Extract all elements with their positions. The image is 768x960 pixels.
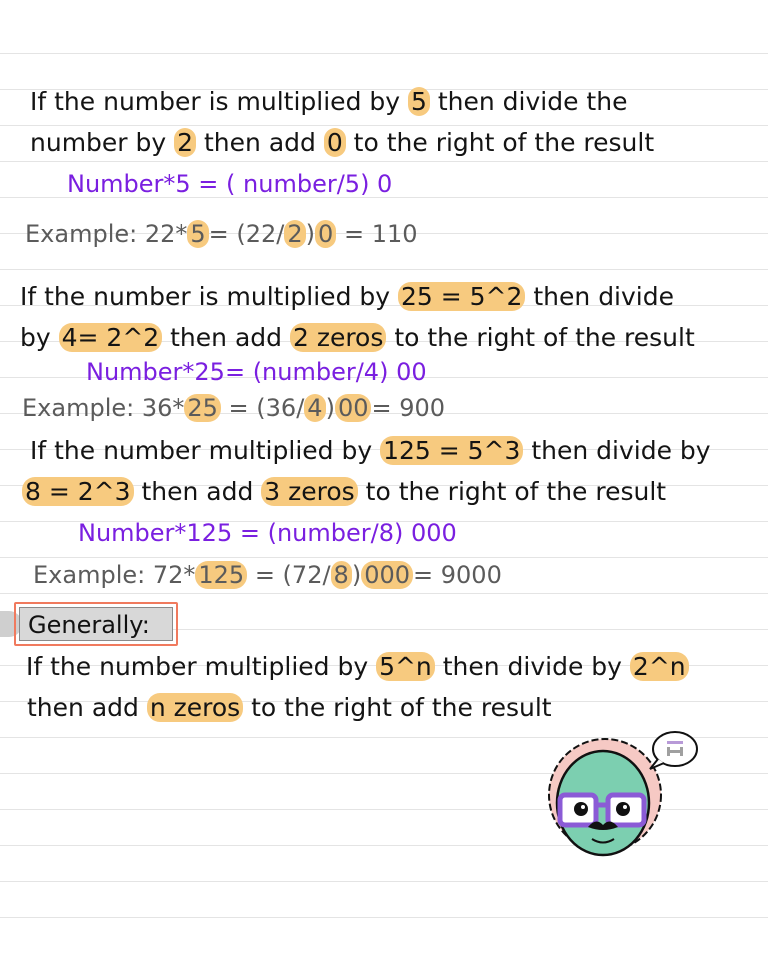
text-span: then divide by [523, 436, 711, 465]
rule1-example: Example: 22* 5 = (22/2) 0 = 110 [25, 218, 418, 250]
text-span: = (22/ [208, 220, 285, 248]
rule1-text-line2: number by 2 then add 0 to the right of t… [30, 127, 654, 159]
rule3-text-line1: If the number multiplied by 125 = 5^3 th… [30, 435, 711, 467]
text-span: Example: 72* [33, 561, 196, 589]
text-span: If the number multiplied by [30, 436, 381, 465]
text-span: = (36/ [220, 394, 305, 422]
text-span: then add [27, 693, 147, 722]
highlight-125: 125 [195, 561, 248, 589]
generally-heading: Generally: [19, 607, 173, 641]
text-span: then add [133, 477, 262, 506]
highlight-5-power-n: 5^n [376, 652, 435, 681]
rule1-formula: Number*5 = ( number/5) 0 [67, 170, 393, 198]
text-span: to the right of the result [345, 128, 655, 157]
highlight-n-zeros: n zeros [146, 693, 244, 722]
highlight-eight: 8 = 2^3 [22, 477, 134, 506]
highlight-two-zeros: 2 zeros [289, 323, 387, 352]
rule1-text-line1: If the number is multiplied by 5 then di… [30, 86, 627, 118]
highlight-25: 25 [184, 394, 221, 422]
text-span: by [20, 323, 59, 352]
rule2-text-line1: If the number is multiplied by 25 = 5^2 … [20, 281, 674, 313]
text-span: If the number is multiplied by [30, 87, 408, 116]
rule3-formula: Number*125 = (number/8) 000 [78, 519, 457, 547]
text-span: then add [162, 323, 290, 352]
rule2-example: Example: 36* 25 = (36/4) 00 = 900 [22, 392, 445, 424]
highlight-triple-zero: 000 [361, 561, 414, 589]
text-span: = 9000 [413, 561, 502, 589]
highlight-two: 2 [284, 220, 306, 248]
text-span: Example: 22* [25, 220, 188, 248]
text-span: to the right of the result [357, 477, 667, 506]
rule3-example: Example: 72* 125 = (72/8) 000 = 9000 [33, 559, 502, 591]
highlight-four: 4= 2^2 [58, 323, 163, 352]
speech-bubble-icon [649, 731, 698, 770]
highlight-eight: 8 [330, 561, 352, 589]
text-span: then divide by [434, 652, 630, 681]
text-span: to the right of the result [386, 323, 695, 352]
rule2-formula: Number*25= (number/4) 00 [86, 358, 427, 386]
highlight-zero: 0 [315, 220, 337, 248]
highlight-three-zeros: 3 zeros [261, 477, 358, 506]
text-span: = 900 [371, 394, 446, 422]
text-span: = 110 [336, 220, 418, 248]
highlight-two: 2 [174, 128, 197, 157]
text-span: If the number multiplied by [26, 652, 377, 681]
highlight-125: 125 = 5^3 [380, 436, 524, 465]
text-span: = (72/ [247, 561, 331, 589]
text-span: Example: 36* [22, 394, 185, 422]
generally-heading-frame: Generally: [14, 602, 178, 646]
text-span: then divide [525, 282, 674, 311]
highlight-four: 4 [304, 394, 326, 422]
text-span: then divide the [429, 87, 628, 116]
highlight-25: 25 = 5^2 [398, 282, 526, 311]
text-span: then add [196, 128, 324, 157]
text-span: number by [30, 128, 175, 157]
text-span: ) [305, 220, 316, 248]
highlight-five: 5 [187, 220, 209, 248]
text-span: ) [325, 394, 335, 422]
highlight-five: 5 [408, 87, 430, 116]
highlight-double-zero: 00 [334, 394, 372, 422]
rule3-text-line2: 8 = 2^3 then add 3 zeros to the right of… [22, 476, 666, 508]
professor-avatar-icon [548, 731, 698, 857]
general-text-line2: then add n zeros to the right of the res… [27, 692, 552, 724]
text-span: If the number is multiplied by [20, 282, 398, 311]
highlight-2-power-n: 2^n [629, 652, 689, 681]
general-text-line1: If the number multiplied by 5^n then div… [26, 651, 689, 683]
rule2-text-line2: by 4= 2^2 then add 2 zeros to the right … [20, 322, 695, 354]
text-span: ) [351, 561, 362, 589]
highlight-zero: 0 [323, 128, 346, 157]
text-span: to the right of the result [243, 693, 552, 722]
